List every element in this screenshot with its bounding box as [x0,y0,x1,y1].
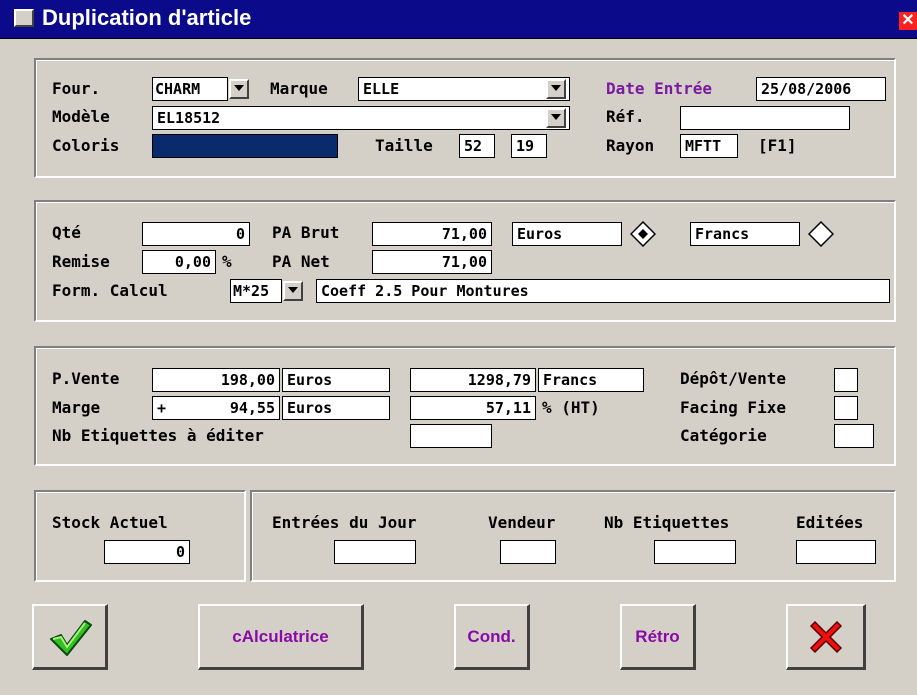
retro-button[interactable]: Rétro [620,604,696,670]
four-select[interactable]: CHARM [152,77,228,101]
form-calcul-select[interactable]: M*25 [230,279,282,303]
date-entree-label: Date Entrée [606,79,712,98]
chevron-down-icon [551,85,561,91]
stock-actuel-field: 0 [104,540,190,564]
daily-nb-etiquettes-field[interactable] [654,540,736,564]
ref-label: Réf. [606,107,645,126]
qte-label: Qté [52,223,81,242]
p-vente-francs-currency: Francs [538,368,644,392]
facing-fixe-label: Facing Fixe [680,398,786,417]
currency-euros-field: Euros [512,222,622,246]
pa-net-field[interactable]: 71,00 [372,250,492,274]
stock-group [34,490,246,582]
p-vente-francs-field[interactable]: 1298,79 [410,368,536,392]
coloris-label: Coloris [52,136,120,155]
date-entree-field[interactable]: 25/08/2006 [756,77,886,101]
window-icon[interactable] [14,9,34,27]
red-x-icon [809,620,842,653]
daily-nb-etiquettes-label: Nb Etiquettes [604,513,730,532]
four-dropdown-button[interactable] [229,79,249,99]
coloris-field[interactable] [152,134,338,158]
ref-field[interactable] [680,106,850,130]
categorie-label: Catégorie [680,426,767,445]
marque-label: Marque [270,79,328,98]
currency-francs-field: Francs [690,222,800,246]
daily-entries-group [250,490,896,582]
marque-dropdown-button[interactable] [546,79,566,99]
marge-currency: Euros [282,396,390,420]
taille-field-2[interactable]: 19 [511,134,547,158]
remise-field[interactable]: 0,00 [142,250,216,274]
stock-actuel-label: Stock Actuel [52,513,168,532]
calculatrice-button[interactable]: cAlculatrice [198,604,364,670]
rayon-hint: [F1] [758,136,797,155]
rayon-field[interactable]: MFTT [680,134,738,158]
taille-label: Taille [375,136,433,155]
p-vente-label: P.Vente [52,369,120,388]
editees-field[interactable] [796,540,876,564]
form-calcul-label: Form. Calcul [52,281,168,300]
marge-sign: + [157,399,167,417]
marge-field[interactable]: + 94,55 [152,396,280,420]
modele-label: Modèle [52,107,110,126]
cond-button[interactable]: Cond. [454,604,530,670]
vendeur-label: Vendeur [488,513,556,532]
nb-etiquettes-field[interactable] [410,424,492,448]
qte-field[interactable]: 0 [142,222,250,246]
four-label: Four. [52,79,101,98]
remise-label: Remise [52,252,110,271]
modele-select[interactable]: EL18512 [152,106,570,130]
depot-vente-checkbox[interactable] [834,368,858,392]
form-calcul-dropdown-button[interactable] [283,281,303,301]
categorie-field[interactable] [834,424,874,448]
entrees-du-jour-label: Entrées du Jour [272,513,417,532]
ok-button[interactable] [32,604,108,670]
euros-radio[interactable] [630,221,656,247]
chevron-down-icon [234,85,244,91]
marge-value: 94,55 [229,399,275,417]
vendeur-field[interactable] [500,540,556,564]
modele-dropdown-button[interactable] [546,108,566,128]
nb-etiquettes-label: Nb Etiquettes à éditer [52,426,264,445]
p-vente-field[interactable]: 198,00 [152,368,280,392]
form-calcul-description: Coeff 2.5 Pour Montures [316,279,890,303]
pa-brut-label: PA Brut [272,223,340,242]
close-button[interactable]: ✕ [899,12,917,30]
marge-percent-unit: % (HT) [542,398,600,417]
depot-vente-label: Dépôt/Vente [680,369,786,388]
cancel-button[interactable] [786,604,866,670]
taille-field-1[interactable]: 52 [459,134,495,158]
facing-fixe-checkbox[interactable] [834,396,858,420]
chevron-down-icon [551,114,561,120]
remise-unit: % [222,252,232,271]
rayon-label: Rayon [606,136,655,155]
checkmark-icon [49,619,92,656]
entrees-du-jour-field[interactable] [334,540,416,564]
editees-label: Editées [796,513,864,532]
window-title: Duplication d'article [42,5,252,30]
chevron-down-icon [288,287,298,293]
p-vente-currency: Euros [282,368,390,392]
francs-radio[interactable] [808,221,834,247]
pa-net-label: PA Net [272,252,330,271]
marge-label: Marge [52,398,101,417]
marge-percent-field[interactable]: 57,11 [410,396,536,420]
marque-select[interactable]: ELLE [358,77,570,101]
pa-brut-field[interactable]: 71,00 [372,222,492,246]
